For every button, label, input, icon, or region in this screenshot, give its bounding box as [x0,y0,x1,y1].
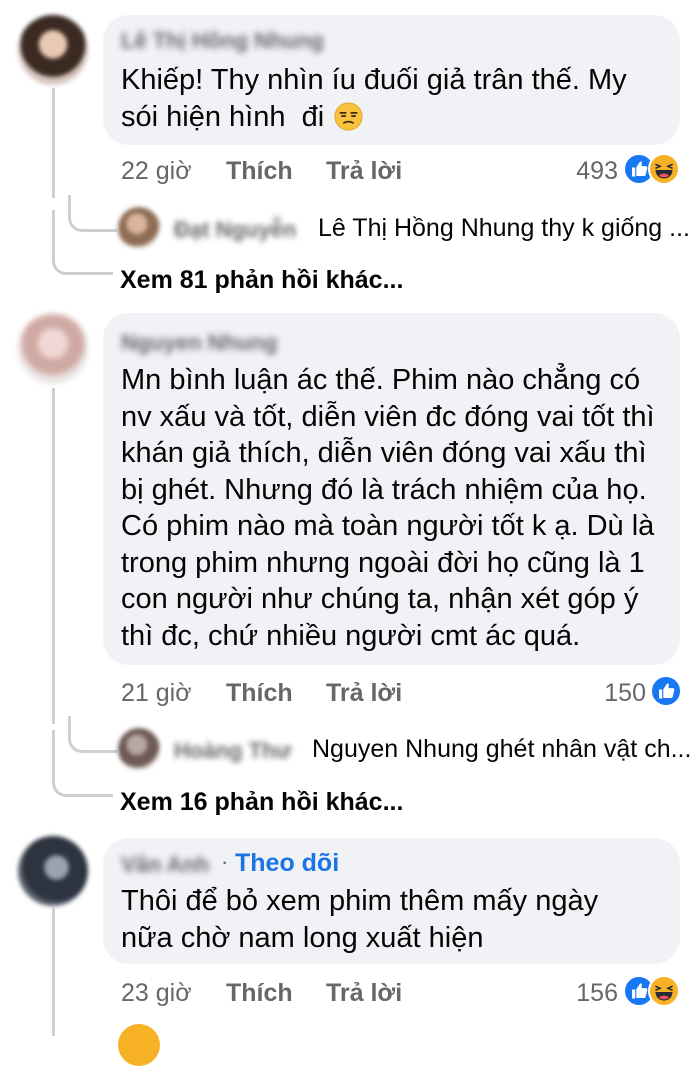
like-icon [650,675,682,707]
avatar[interactable] [18,15,88,85]
like-button[interactable]: Thích [226,157,293,186]
reply-avatar[interactable] [118,207,160,249]
thread-line [52,388,55,724]
like-button[interactable]: Thích [226,979,293,1008]
thread-connector [52,210,113,275]
comment-line: nữa chờ nam long xuất hiện [121,921,484,954]
reply-button[interactable]: Trả lời [326,979,402,1008]
comment-author[interactable]: Lê Thị Hồng Nhung [121,28,324,54]
thread-line [52,908,55,1036]
reaction-count[interactable]: 150 [580,679,646,708]
comment-line: Mn bình luận ác thế. Phim nào chẳng có [121,364,641,396]
unamused-face-icon [334,101,363,131]
comment-line: thì đc, chứ nhiều người cmt ác quá. [121,619,581,652]
reaction-count[interactable]: 493 [560,157,618,186]
reply-text[interactable]: Lê Thị Hồng Nhung thy k giống ... [318,214,690,243]
reply-avatar[interactable] [118,728,160,770]
haha-icon [648,153,680,185]
comment-line: sói hiện hình đi [121,100,325,133]
reply-button[interactable]: Trả lời [326,157,402,186]
separator-dot: · [221,849,229,874]
avatar[interactable] [18,836,88,906]
comment-text: Mn bình luận ác thế. Phim nào chẳng có n… [121,362,671,654]
thread-line [52,88,55,198]
reply-text[interactable]: Nguyen Nhung ghét nhân vật ch... [312,735,691,764]
comment-author[interactable]: Nguyen Nhung [121,330,277,356]
comment-line: trong phim nhưng ngoài đời họ cũng là 1 [121,546,645,579]
thread-connector [52,730,113,797]
comment-time[interactable]: 21 giờ [121,679,192,708]
haha-icon [648,975,680,1007]
comment-line: nv xấu và tốt, diễn viên đc đóng vai tốt… [121,400,655,433]
avatar[interactable] [18,314,88,384]
comment-time[interactable]: 22 giờ [121,157,192,186]
comment-text: Khiếp! Thy nhìn íu đuối giả trân thế. My… [121,62,666,135]
comment-time[interactable]: 23 giờ [121,979,192,1008]
comment-line: Có phim nào mà toàn người tốt k ạ. Dù là [121,510,655,542]
reply-author[interactable]: Đạt Nguyễn [174,217,296,243]
follow-button[interactable]: Theo dõi [235,849,339,878]
next-reply-avatar [118,1024,160,1066]
reaction-count[interactable]: 156 [560,979,618,1008]
view-more-replies[interactable]: Xem 16 phản hồi khác... [120,788,403,817]
comment-author[interactable]: Vân Anh [121,852,209,878]
comment-text: Thôi để bỏ xem phim thêm mấy ngày nữa ch… [121,883,666,956]
reply-author[interactable]: Hoàng Thư [174,738,291,764]
reply-button[interactable]: Trả lời [326,679,402,708]
like-button[interactable]: Thích [226,679,293,708]
comment-line: khán giả thích, diễn viên đóng vai xấu t… [121,437,647,469]
view-more-replies[interactable]: Xem 81 phản hồi khác... [120,266,403,295]
comment-line: Thôi để bỏ xem phim thêm mấy ngày [121,885,599,917]
comment-line: Khiếp! Thy nhìn íu đuối giả trân thế. My [121,64,627,96]
comment-line: bị ghét. Nhưng đó là trách nhiệm của họ. [121,473,647,506]
comment-line: con người như chúng ta, nhận xét góp ý [121,583,639,615]
